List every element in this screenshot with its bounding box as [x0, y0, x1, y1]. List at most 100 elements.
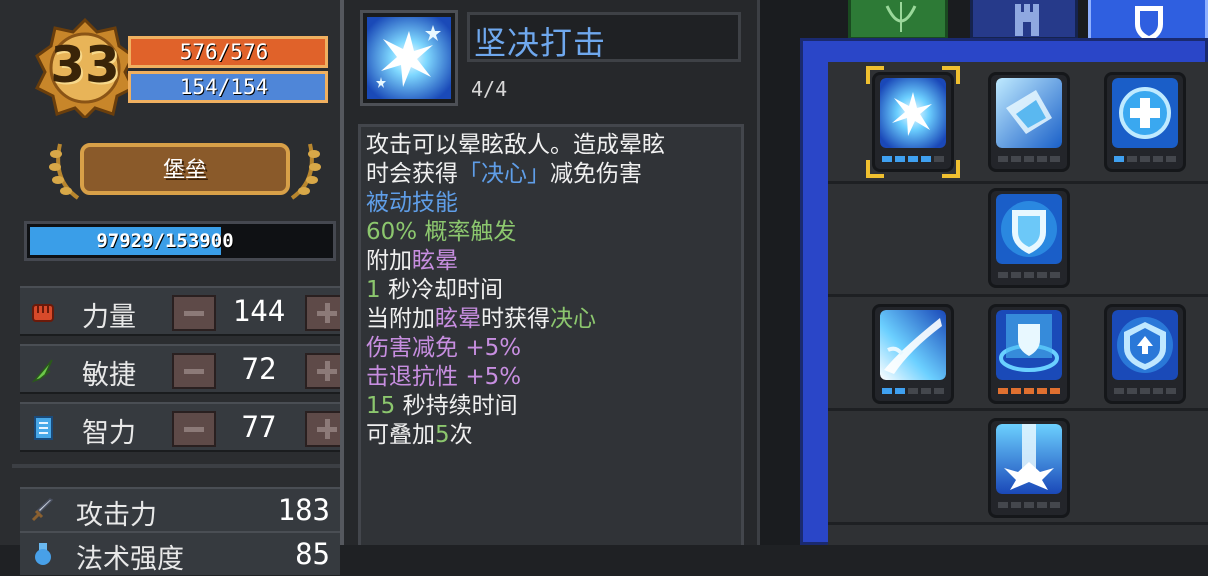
- skill-node-shield-barrier[interactable]: [988, 304, 1070, 404]
- hp-text: 576/576: [179, 40, 269, 64]
- skill-level-pips: [998, 272, 1060, 278]
- shield-icon: [996, 194, 1062, 264]
- description-segment: 伤害减免: [366, 335, 466, 361]
- level-pip: [998, 156, 1008, 162]
- skill-level-pips: [998, 502, 1060, 508]
- description-line: 击退抗性 +5%: [366, 363, 742, 392]
- stat-value: 77: [241, 410, 277, 444]
- shield-upgrade-icon: [1112, 310, 1178, 380]
- skill-level: 4/4: [471, 77, 508, 101]
- skill-node-shield-upgrade[interactable]: [1104, 304, 1186, 404]
- description-segment: 决心: [550, 306, 596, 332]
- description-line: 被动技能: [366, 189, 742, 218]
- level-pip: [895, 388, 905, 394]
- skill-node-charging-shield[interactable]: [988, 72, 1070, 172]
- level-pip: [908, 388, 918, 394]
- description-segment: 1: [366, 277, 381, 303]
- decrease-strength-button[interactable]: [172, 295, 216, 331]
- description-segment: 秒持续时间: [395, 393, 518, 419]
- level-pip: [1050, 156, 1060, 162]
- decrease-intelligence-button[interactable]: [172, 411, 216, 447]
- level-pip: [1024, 388, 1034, 394]
- level-pip: [1050, 388, 1060, 394]
- level-pip: [998, 388, 1008, 394]
- description-segment: 可叠加: [366, 422, 435, 448]
- tower-icon: [1015, 4, 1039, 36]
- mp-text: 154/154: [179, 75, 269, 99]
- description-segment: +5%: [465, 335, 522, 361]
- description-line: 伤害减免 +5%: [366, 334, 742, 363]
- level-pip: [1037, 388, 1047, 394]
- level-pip: [934, 388, 944, 394]
- starburst-skill-icon: [367, 17, 451, 99]
- skill-description: 攻击可以晕眩敌人。造成晕眩 时会获得「决心」减免伤害 被动技能 60% 概率触发 附加眩…: [366, 131, 742, 450]
- class-name: 堡垒: [162, 158, 207, 183]
- description-line: 1 秒冷却时间: [366, 276, 742, 305]
- skill-node-shield-guard[interactable]: [988, 188, 1070, 288]
- skill-level-pips: [882, 156, 944, 162]
- stat-row-agility: 敏捷 72: [20, 344, 349, 394]
- combat-stat-label: 攻击力: [76, 500, 157, 531]
- level-pip: [1011, 388, 1021, 394]
- skill-node-resolute-strike[interactable]: [866, 66, 960, 178]
- description-segment: 附加: [366, 248, 412, 274]
- level-pip: [1114, 388, 1124, 394]
- tab-archer[interactable]: [848, 0, 948, 40]
- level-pip: [998, 502, 1008, 508]
- description-segment: 次: [449, 422, 473, 448]
- level-pip: [1127, 156, 1137, 162]
- description-segment: 攻击可以晕眩敌人。造成晕眩: [366, 132, 665, 158]
- decrease-agility-button[interactable]: [172, 353, 216, 389]
- level-pip: [1050, 502, 1060, 508]
- description-segment: 当附加: [366, 306, 435, 332]
- skill-level-pips: [1114, 388, 1176, 394]
- stat-row-strength: 力量 144: [20, 286, 349, 336]
- skill-node-slash-wave[interactable]: [872, 304, 954, 404]
- level-pip: [1011, 502, 1021, 508]
- combat-row-spell-power: 法术强度 85: [20, 531, 340, 575]
- description-segment: 眩晕: [435, 306, 481, 332]
- level-pip: [1024, 272, 1034, 278]
- description-segment: 秒冷却时间: [380, 277, 503, 303]
- level-pip: [895, 156, 905, 162]
- level-pip: [1140, 156, 1150, 162]
- book-icon: [34, 416, 53, 440]
- hp-bar: 576/576: [128, 36, 328, 68]
- description-segment: 被动技能: [366, 190, 458, 216]
- level-pip: [1127, 388, 1137, 394]
- sword-icon: [31, 498, 54, 522]
- skill-level-pips: [882, 388, 944, 394]
- ground-slam-icon: [996, 424, 1062, 494]
- selection-corner: [942, 160, 960, 178]
- description-segment: +5%: [465, 364, 522, 390]
- selection-corner: [942, 66, 960, 84]
- description-segment: 眩晕: [412, 248, 458, 274]
- skill-node-ground-slam[interactable]: [988, 418, 1070, 518]
- combat-stat-label: 法术强度: [76, 544, 184, 575]
- level-pip: [908, 156, 918, 162]
- tree-row-divider: [828, 294, 1208, 297]
- skill-level-pips: [1114, 156, 1176, 162]
- selection-corner: [866, 66, 884, 84]
- slash-wave-icon: [880, 310, 946, 380]
- level-pip: [1024, 156, 1034, 162]
- skill-level-pips: [998, 156, 1060, 162]
- level-pip: [921, 156, 931, 162]
- bow-icon: [885, 2, 917, 32]
- starburst-icon: [880, 78, 946, 148]
- level-pip: [1166, 388, 1176, 394]
- level-pip: [1166, 156, 1176, 162]
- level-pip: [1037, 502, 1047, 508]
- description-line: 附加眩晕: [366, 247, 742, 276]
- level-pip: [1153, 388, 1163, 394]
- level-pip: [1037, 156, 1047, 162]
- level-pip: [1011, 272, 1021, 278]
- stat-label: 智力: [82, 418, 136, 449]
- skill-node-healing-cross[interactable]: [1104, 72, 1186, 172]
- description-line: 可叠加5次: [366, 421, 742, 450]
- level-pip: [921, 388, 931, 394]
- shield-charge-icon: [996, 78, 1062, 148]
- tab-tower[interactable]: [970, 0, 1078, 40]
- mp-bar: 154/154: [128, 71, 328, 103]
- description-line: 15 秒持续时间: [366, 392, 742, 421]
